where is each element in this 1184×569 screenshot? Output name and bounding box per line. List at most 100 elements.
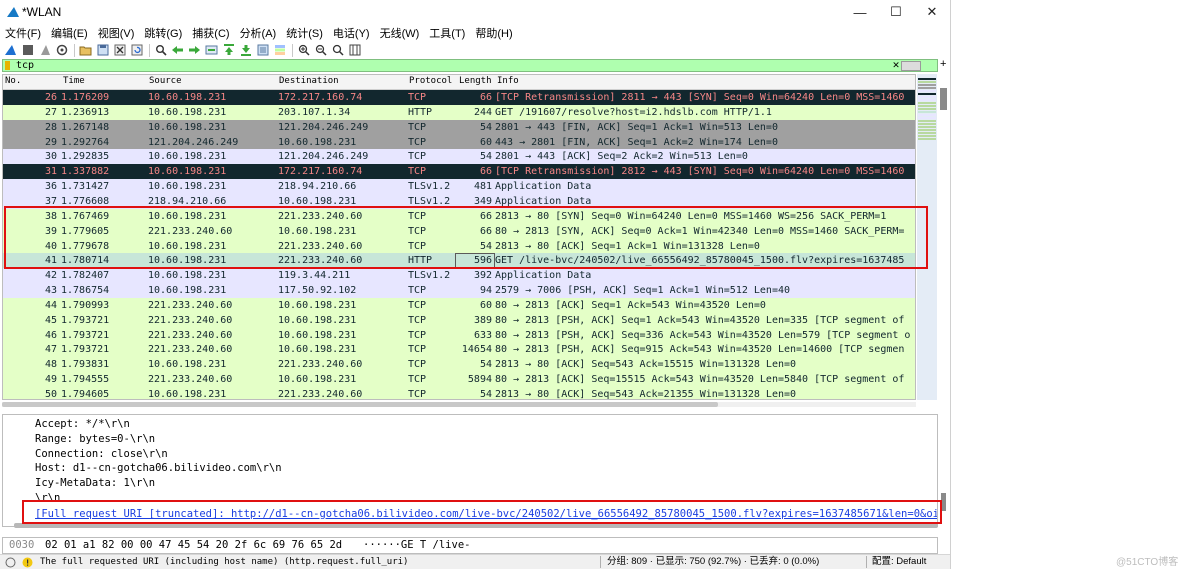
detail-line[interactable]: Connection: close\r\n (35, 447, 168, 461)
packet-dst: 221.233.240.60 (278, 389, 363, 400)
restart-capture-icon[interactable] (37, 44, 52, 57)
column-header[interactable]: Source (149, 76, 182, 86)
detail-line[interactable]: Range: bytes=0-\r\n (35, 432, 155, 446)
packet-row[interactable]: 26 1.176209 10.60.198.231 172.217.160.74 TCP… (3, 90, 915, 105)
packet-dst: 10.60.198.231 (278, 329, 357, 341)
packet-list-vscroll[interactable] (940, 88, 947, 110)
main-toolbar (0, 41, 950, 59)
packet-row[interactable]: 31 1.337882 10.60.198.231 172.217.160.74 TCP… (3, 164, 915, 180)
column-header[interactable]: Info (497, 76, 519, 86)
packet-row[interactable]: 49 1.794555 221.233.240.60 10.60.198.231 TCP… (3, 372, 915, 388)
packet-row[interactable]: 47 1.793721 221.233.240.60 10.60.198.231 TCP… (3, 342, 915, 358)
packet-dst: 121.204.246.249 (278, 151, 369, 163)
menu-item[interactable]: 无线(W) (375, 25, 425, 41)
maximize-button[interactable]: ☐ (878, 0, 914, 24)
status-profile[interactable]: 配置: Default (872, 555, 926, 569)
first-packet-icon[interactable] (221, 44, 236, 57)
packet-list-hscroll[interactable] (2, 402, 718, 407)
column-header[interactable]: Time (63, 76, 85, 86)
menu-item[interactable]: 视图(V) (93, 25, 140, 41)
packet-len: 481 (473, 181, 492, 193)
packet-row[interactable]: 50 1.794605 10.60.198.231 221.233.240.60 TCP… (3, 387, 915, 400)
detail-line[interactable]: Icy-MetaData: 1\r\n (35, 476, 155, 490)
packet-row[interactable]: 42 1.782407 10.60.198.231 119.3.44.211 TLSv1… (3, 268, 915, 284)
minimize-button[interactable]: — (842, 0, 878, 24)
packet-no: 47 (44, 344, 57, 356)
packet-time: 1.292764 (61, 136, 110, 148)
packet-src: 10.60.198.231 (148, 166, 227, 178)
packet-len: 54 (479, 389, 492, 400)
packet-proto: TCP (408, 374, 427, 386)
menu-item[interactable]: 统计(S) (281, 25, 328, 41)
zoom-out-icon[interactable] (313, 44, 328, 57)
close-file-icon[interactable] (112, 44, 127, 57)
menu-item[interactable]: 捕获(C) (187, 25, 234, 41)
packet-row[interactable]: 28 1.267148 10.60.198.231 121.204.246.249 TC… (3, 119, 915, 135)
open-file-icon[interactable] (78, 44, 93, 57)
packet-bytes[interactable]: 0030 02 01 a1 82 00 00 47 45 54 20 2f 6c… (2, 537, 938, 554)
packet-row[interactable]: 27 1.236913 10.60.198.231 203.107.1.34 HTTP 2… (3, 104, 915, 120)
bytes-ascii[interactable]: ······GE T /live- (363, 538, 470, 553)
packet-row[interactable]: 29 1.292764 121.204.246.249 10.60.198.231 TC… (3, 134, 915, 150)
menu-item[interactable]: 分析(A) (235, 25, 282, 41)
packet-proto: TCP (408, 314, 427, 326)
status-circle-icon[interactable] (5, 557, 16, 568)
packet-len: 54 (479, 121, 492, 133)
packet-row[interactable]: 48 1.793831 10.60.198.231 221.233.240.60 TCP… (3, 357, 915, 373)
go-forward-icon[interactable] (187, 44, 202, 57)
toolbar-separator (292, 43, 293, 57)
menu-item[interactable]: 文件(F) (0, 25, 46, 41)
packet-row[interactable]: 45 1.793721 221.233.240.60 10.60.198.231 TCP… (3, 312, 915, 328)
reload-file-icon[interactable] (129, 44, 144, 57)
column-header[interactable]: Protocol (409, 76, 452, 86)
shark-fin-start-icon[interactable] (3, 44, 18, 57)
packet-no: 27 (44, 106, 57, 118)
packet-src: 10.60.198.231 (148, 181, 227, 193)
close-button[interactable]: ✕ (914, 0, 950, 24)
detail-line[interactable]: Host: d1--cn-gotcha06.bilivideo.com\r\n (35, 461, 282, 475)
display-filter-bar[interactable]: tcp ✕ (2, 59, 938, 72)
column-header[interactable]: Length (459, 76, 492, 86)
go-to-packet-icon[interactable] (204, 44, 219, 57)
clear-filter-icon[interactable]: ✕ (891, 60, 901, 71)
packet-no: 44 (44, 299, 57, 311)
auto-scroll-icon[interactable] (255, 44, 270, 57)
menu-item[interactable]: 跳转(G) (139, 25, 187, 41)
resize-columns-icon[interactable] (347, 44, 362, 57)
stop-capture-icon[interactable] (20, 44, 35, 57)
display-filter-input[interactable]: tcp (16, 60, 34, 71)
packet-row[interactable]: 30 1.292835 10.60.198.231 121.204.246.249 TC… (3, 149, 915, 165)
packet-no: 29 (44, 136, 57, 148)
bytes-hex[interactable]: 02 01 a1 82 00 00 47 45 54 20 2f 6c 69 7… (45, 538, 342, 553)
packet-no: 49 (44, 374, 57, 386)
packet-info: 80 → 2813 [PSH, ACK] Seq=915 Ack=543 Win… (495, 344, 905, 356)
add-filter-button[interactable]: + (940, 58, 946, 70)
last-packet-icon[interactable] (238, 44, 253, 57)
bookmark-icon[interactable] (5, 61, 10, 70)
save-file-icon[interactable] (95, 44, 110, 57)
apply-filter-button[interactable] (901, 61, 921, 71)
menu-item[interactable]: 编辑(E) (46, 25, 93, 41)
normal-size-icon[interactable] (330, 44, 345, 57)
go-back-icon[interactable] (170, 44, 185, 57)
menu-item[interactable]: 电话(Y) (328, 25, 375, 41)
packet-info: 2801 → 443 [FIN, ACK] Seq=1 Ack=1 Win=51… (495, 121, 778, 133)
colorize-icon[interactable] (272, 44, 287, 57)
packet-row[interactable]: 36 1.731427 10.60.198.231 218.94.210.66 TLSv… (3, 179, 915, 195)
menu-item[interactable]: 工具(T) (424, 25, 470, 41)
packet-no: 45 (44, 314, 57, 326)
detail-line[interactable]: Accept: */*\r\n (35, 417, 130, 431)
find-packet-icon[interactable] (153, 44, 168, 57)
packet-row[interactable]: 46 1.793721 221.233.240.60 10.60.198.231 TCP… (3, 327, 915, 343)
packet-row[interactable]: 43 1.786754 10.60.198.231 117.50.92.102 TCP 9… (3, 283, 915, 299)
zoom-in-icon[interactable] (296, 44, 311, 57)
capture-options-icon[interactable] (54, 44, 69, 57)
column-header[interactable]: No. (5, 76, 21, 86)
packet-row[interactable]: 44 1.790993 221.233.240.60 10.60.198.231 TCP… (3, 297, 915, 313)
packet-dst: 203.107.1.34 (278, 106, 351, 118)
menu-item[interactable]: 帮助(H) (470, 25, 517, 41)
packet-time: 1.782407 (61, 270, 110, 282)
expert-info-icon[interactable] (22, 557, 33, 568)
packet-len: 392 (473, 270, 492, 282)
column-header[interactable]: Destination (279, 76, 339, 86)
